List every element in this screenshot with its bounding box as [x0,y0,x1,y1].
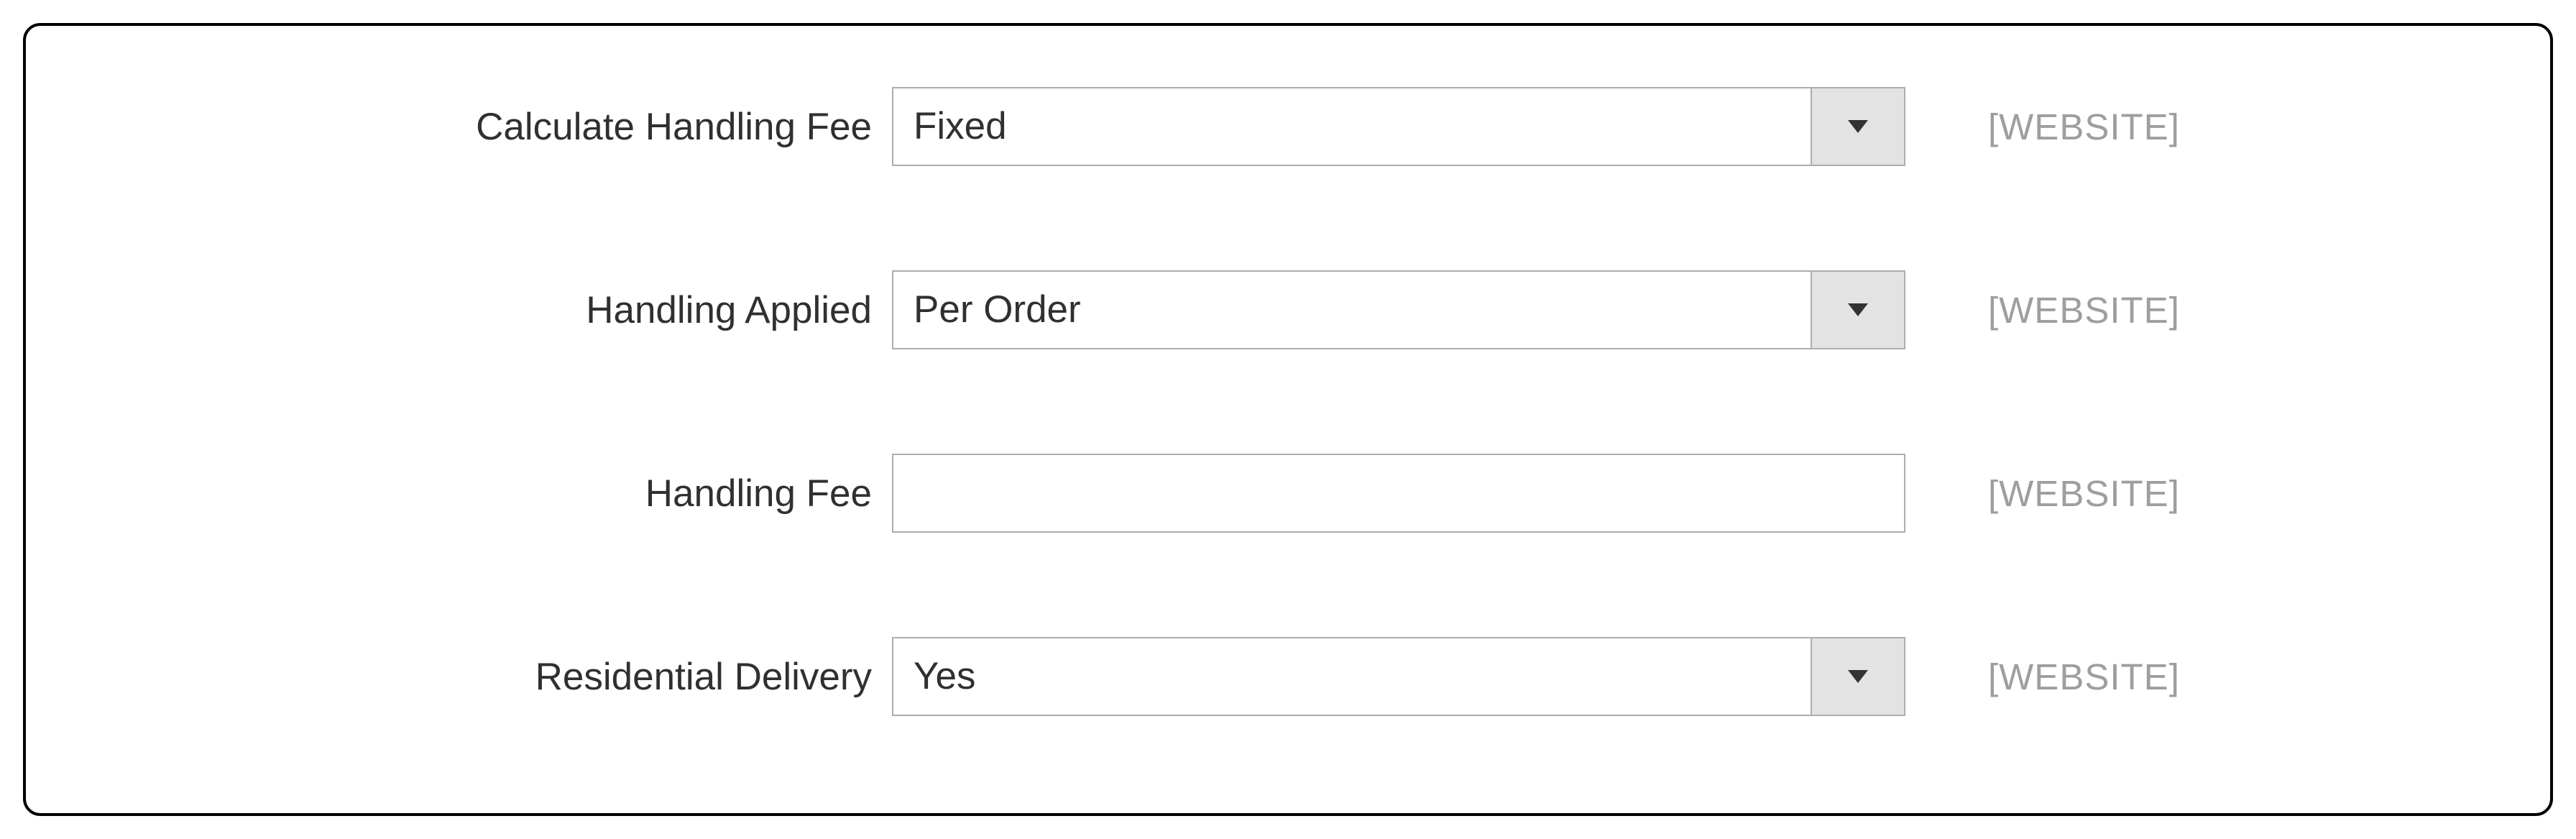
select-value: Yes [893,638,1811,715]
label-handling-applied: Handling Applied [586,289,872,331]
label-col: Handling Fee [26,472,892,515]
chevron-down-icon [1848,670,1868,683]
select-handling-applied[interactable]: Per Order [892,270,1905,349]
label-handling-fee: Handling Fee [645,472,872,515]
select-arrow-button[interactable] [1811,638,1904,715]
select-arrow-button[interactable] [1811,272,1904,348]
label-residential-delivery: Residential Delivery [535,656,872,698]
label-calculate-handling-fee: Calculate Handling Fee [476,106,872,148]
label-col: Calculate Handling Fee [26,105,892,149]
row-handling-applied: Handling Applied Per Order [WEBSITE] [26,270,2550,349]
label-col: Residential Delivery [26,655,892,699]
label-col: Handling Applied [26,288,892,332]
chevron-down-icon [1848,120,1868,133]
config-panel: Calculate Handling Fee Fixed [WEBSITE] H… [23,23,2553,816]
scope-col: [WEBSITE] [1905,472,2180,515]
control-col: Per Order [892,270,1905,349]
select-value: Per Order [893,272,1811,348]
scope-col: [WEBSITE] [1905,656,2180,698]
row-residential-delivery: Residential Delivery Yes [WEBSITE] [26,637,2550,716]
control-col: Yes [892,637,1905,716]
row-calculate-handling-fee: Calculate Handling Fee Fixed [WEBSITE] [26,87,2550,166]
input-handling-fee[interactable] [892,454,1905,533]
scope-col: [WEBSITE] [1905,289,2180,331]
select-value: Fixed [893,88,1811,165]
control-col [892,454,1905,533]
chevron-down-icon [1848,303,1868,316]
scope-label: [WEBSITE] [1988,106,2180,147]
row-handling-fee: Handling Fee [WEBSITE] [26,454,2550,533]
scope-label: [WEBSITE] [1988,290,2180,331]
control-col: Fixed [892,87,1905,166]
select-residential-delivery[interactable]: Yes [892,637,1905,716]
select-calculate-handling-fee[interactable]: Fixed [892,87,1905,166]
scope-label: [WEBSITE] [1988,473,2180,514]
scope-col: [WEBSITE] [1905,106,2180,148]
select-arrow-button[interactable] [1811,88,1904,165]
scope-label: [WEBSITE] [1988,656,2180,697]
